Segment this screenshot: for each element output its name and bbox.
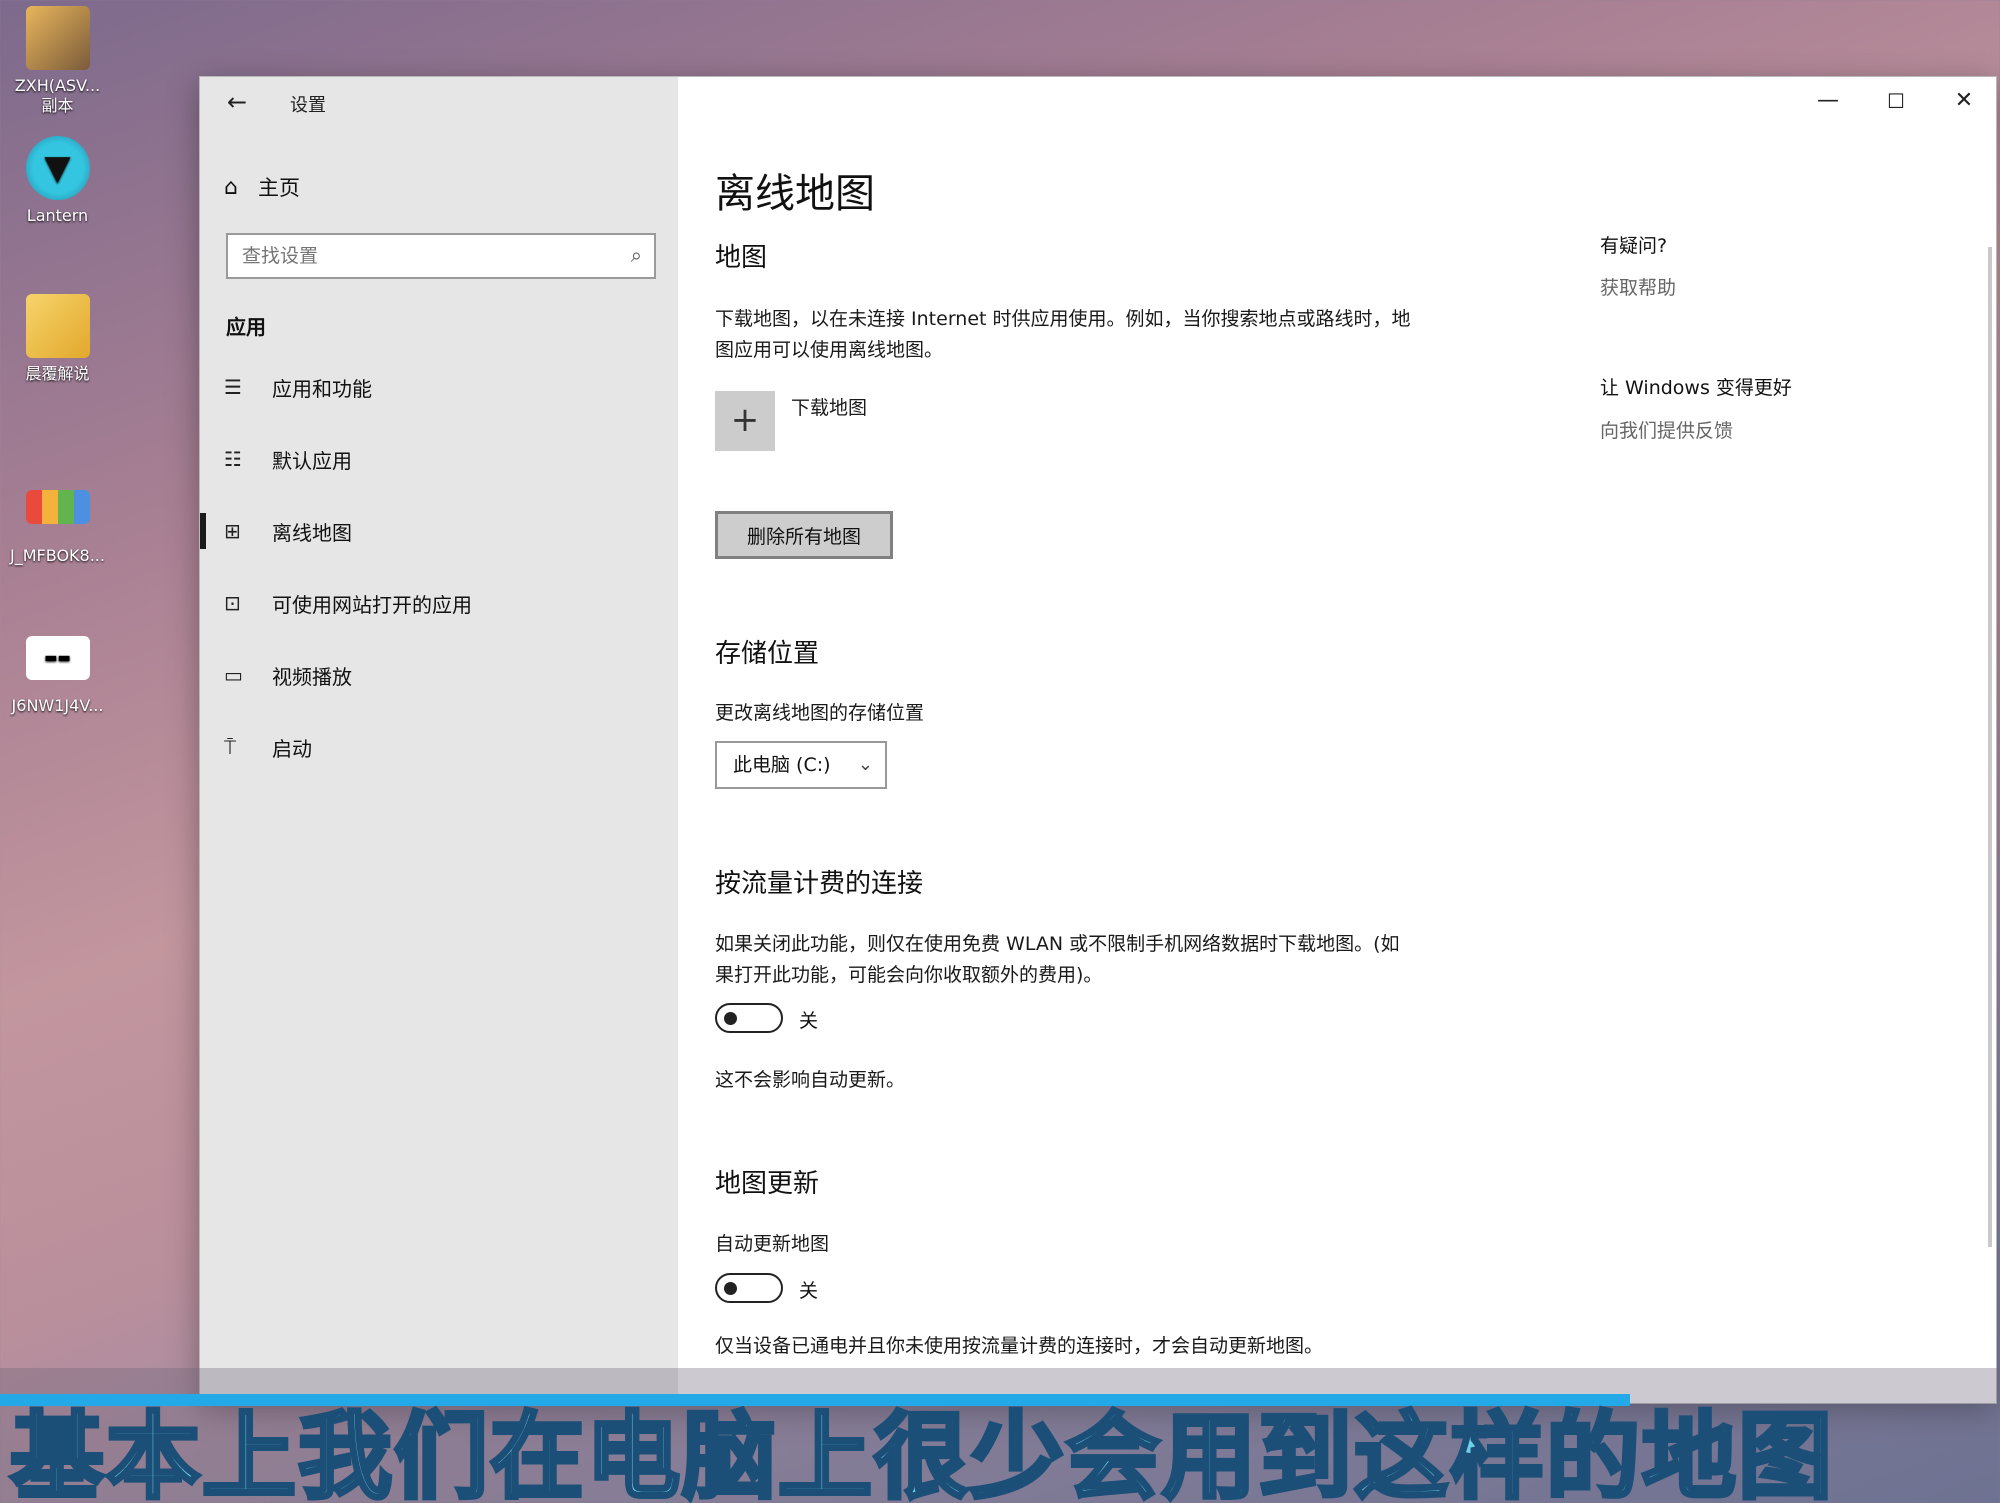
desktop-icon-lantern[interactable]: ▼ Lantern: [0, 136, 115, 226]
desktop-icon-label: ZXH(ASV... 副本: [14, 76, 101, 115]
back-button[interactable]: ←: [220, 87, 254, 117]
sidebar-item-label: 启动: [272, 736, 312, 761]
updates-note: 仅当设备已通电并且你未使用按流量计费的连接时，才会自动更新地图。: [715, 1335, 1324, 1357]
sidebar: ⌂ 主页 ⌕ 应用 ☰ 应用和功能 ☷ 默认应用 ⊞ 离线地图 ⊡ 可使用网站打…: [200, 77, 678, 1403]
storage-description: 更改离线地图的存储位置: [715, 702, 925, 724]
apps-for-websites-icon: ⊡: [224, 591, 241, 615]
scrollbar[interactable]: [1988, 247, 1992, 1247]
storage-location-select[interactable]: 此电脑 (C:) ⌄: [715, 741, 887, 789]
sidebar-nav: ☰ 应用和功能 ☷ 默认应用 ⊞ 离线地图 ⊡ 可使用网站打开的应用 ▭ 视频播…: [200, 351, 678, 783]
metered-toggle-state: 关: [799, 1010, 819, 1032]
offline-maps-icon: ⊞: [224, 519, 241, 543]
search-icon[interactable]: ⌕: [631, 243, 642, 267]
metered-description: 如果关闭此功能，则仅在使用免费 WLAN 或不限制手机网络数据时下载地图。(如果…: [715, 933, 1400, 986]
metered-toggle[interactable]: [715, 1003, 783, 1033]
maps-heading: 地图: [715, 243, 768, 273]
give-feedback-link[interactable]: 向我们提供反馈: [1600, 416, 1733, 443]
video-playback-icon: ▭: [224, 663, 243, 687]
search-box: ⌕: [226, 233, 656, 279]
home-icon: ⌂: [224, 174, 238, 200]
sidebar-item-apps-features[interactable]: ☰ 应用和功能: [200, 351, 678, 423]
feedback-heading: 让 Windows 变得更好: [1600, 377, 1792, 399]
desktop-icon-label: J6NW1J4V...: [11, 696, 104, 715]
sidebar-item-label: 默认应用: [272, 448, 352, 473]
get-help-link[interactable]: 获取帮助: [1600, 273, 1676, 300]
storage-location-value: 此电脑 (C:): [733, 754, 831, 776]
image-file-icon: ▬▬: [25, 636, 90, 680]
desktop-icon-jmfbok[interactable]: J_MFBOK8...: [0, 476, 115, 566]
maps-description: 下载地图，以在未连接 Internet 时供应用使用。例如，当你搜索地点或路线时…: [715, 308, 1411, 361]
lantern-icon: ▼: [25, 136, 90, 200]
question-heading: 有疑问?: [1600, 235, 1668, 257]
folder-icon: [25, 294, 90, 358]
close-button[interactable]: ✕: [1934, 83, 1994, 119]
settings-window: ⌂ 主页 ⌕ 应用 ☰ 应用和功能 ☷ 默认应用 ⊞ 离线地图 ⊡ 可使用网站打…: [200, 77, 1996, 1403]
delete-all-maps-button[interactable]: 删除所有地图: [715, 511, 893, 559]
sidebar-section-title: 应用: [226, 315, 266, 339]
metered-heading: 按流量计费的连接: [715, 869, 924, 899]
apps-features-icon: ☰: [224, 375, 242, 399]
video-caption: 基本上我们在电脑上很少会用到这样的地图: [8, 1401, 1835, 1503]
desktop-icon-zxh[interactable]: ZXH(ASV... 副本: [0, 6, 115, 116]
updates-description: 自动更新地图: [715, 1233, 830, 1255]
image-file-icon: [25, 6, 90, 70]
sidebar-item-label: 应用和功能: [272, 376, 372, 401]
desktop-icon-label: 晨覆解说: [25, 364, 90, 383]
image-file-icon: [25, 490, 90, 524]
page-title: 离线地图: [715, 171, 875, 217]
auto-update-toggle[interactable]: [715, 1273, 783, 1303]
metered-note: 这不会影响自动更新。: [715, 1069, 906, 1091]
sidebar-home[interactable]: ⌂ 主页: [224, 167, 300, 207]
sidebar-item-video-playback[interactable]: ▭ 视频播放: [200, 639, 678, 711]
sidebar-item-label: 视频播放: [272, 664, 352, 689]
sidebar-item-default-apps[interactable]: ☷ 默认应用: [200, 423, 678, 495]
desktop-icon-label: Lantern: [26, 206, 89, 225]
desktop-icon-label: J_MFBOK8...: [10, 546, 105, 565]
sidebar-item-label: 离线地图: [272, 520, 352, 545]
add-map-label[interactable]: 下载地图: [791, 393, 867, 420]
desktop-icon-j6nw[interactable]: ▬▬ J6NW1J4V...: [0, 626, 115, 716]
sidebar-item-offline-maps[interactable]: ⊞ 离线地图: [200, 495, 678, 567]
default-apps-icon: ☷: [224, 447, 242, 471]
maximize-button[interactable]: ☐: [1866, 83, 1926, 119]
search-input[interactable]: [228, 235, 608, 277]
sidebar-item-startup[interactable]: ⍑ 启动: [200, 711, 678, 783]
plus-icon: +: [730, 400, 760, 440]
updates-heading: 地图更新: [715, 1169, 820, 1199]
window-title: 设置: [290, 95, 326, 116]
chevron-down-icon: ⌄: [857, 754, 873, 775]
sidebar-item-apps-for-websites[interactable]: ⊡ 可使用网站打开的应用: [200, 567, 678, 639]
startup-icon: ⍑: [224, 735, 236, 759]
storage-heading: 存储位置: [715, 639, 820, 669]
desktop-icon-folder[interactable]: 晨覆解说: [0, 294, 115, 384]
title-bar: ← 设置 — ☐ ✕: [200, 77, 1996, 127]
add-map-button[interactable]: +: [715, 391, 775, 451]
auto-update-toggle-state: 关: [799, 1280, 819, 1302]
minimize-button[interactable]: —: [1798, 83, 1858, 119]
home-label: 主页: [258, 176, 300, 200]
sidebar-item-label: 可使用网站打开的应用: [272, 592, 472, 617]
